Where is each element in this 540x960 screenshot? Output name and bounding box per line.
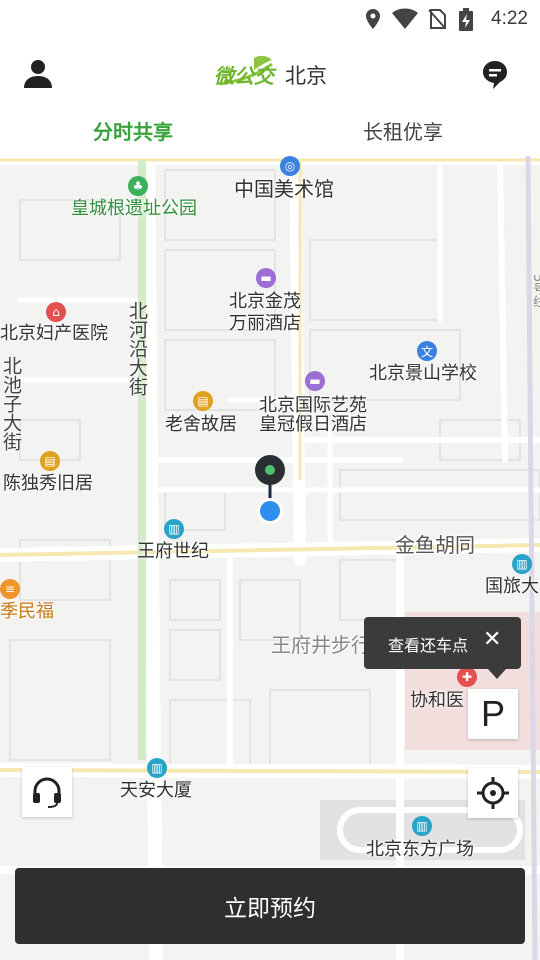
map-label-poi: 国旅大 (485, 576, 539, 597)
map-label-poi: 北京东方广场 (366, 839, 474, 860)
map-label-poi: 陈独秀旧居 (3, 473, 93, 494)
city-selector[interactable]: 北京 (285, 60, 327, 90)
message-icon[interactable] (482, 60, 508, 90)
app-logo: 微公交 (212, 54, 276, 90)
museum-icon: ◎ (280, 156, 300, 176)
headset-icon (33, 777, 61, 808)
map-label-road: 金鱼胡同 (395, 533, 475, 557)
park-icon: ♣ (128, 176, 148, 196)
parking-label: P (480, 693, 505, 734)
map-label-poi: 天安大厦 (120, 780, 192, 801)
school-icon: 文 (417, 341, 437, 361)
tab-long-rent[interactable]: 长租优享 (363, 116, 443, 145)
clock: 4:22 (491, 8, 528, 29)
map-label-subway: 5号线 (530, 274, 540, 309)
return-point-tooltip[interactable]: 查看还车点 ✕ (364, 617, 521, 679)
book-now-button[interactable]: 立即预约 (15, 868, 525, 944)
customer-service-button[interactable] (22, 767, 72, 817)
map-label-poi: 王府世纪 (137, 541, 209, 562)
current-location-marker (255, 455, 285, 524)
building-icon: ▥ (164, 519, 184, 539)
map-view[interactable]: ◎ ♣ ▬ ⌂ 文 ▬ ▤ ▤ ▥ ▥ ≡ ✚ ▥ ▥ 中国美术馆 皇城根遗址公… (0, 156, 540, 960)
building-icon: ▥ (412, 816, 432, 836)
close-icon[interactable]: ✕ (483, 629, 501, 651)
wifi-icon (392, 8, 418, 29)
landmark-icon: ▤ (193, 391, 213, 411)
building-icon: ▥ (512, 554, 532, 574)
logo-text: 微公交 (214, 64, 274, 88)
locate-button[interactable] (468, 768, 518, 818)
map-label-poi: 万丽酒店 (229, 313, 301, 334)
map-label-poi: 北京景山学校 (369, 363, 477, 384)
restaurant-icon: ≡ (0, 579, 20, 599)
hospital-icon: ⌂ (46, 302, 66, 322)
parking-button[interactable]: P (468, 689, 518, 739)
map-label-poi: 北京金茂 (229, 291, 301, 312)
tooltip-text: 查看还车点 (388, 636, 469, 655)
crosshair-icon (477, 777, 509, 809)
map-label-poi: 协和医 (410, 690, 464, 711)
map-label-road: 北池子大街 (0, 356, 22, 451)
map-label-road: 北河沿大街 (126, 301, 148, 396)
map-label-poi: 季民福 (0, 601, 54, 622)
map-label-poi: 北京妇产医院 (0, 323, 108, 344)
user-profile-icon[interactable] (22, 58, 54, 90)
map-label-road: 王府井步行 (271, 633, 371, 657)
top-bar: 微公交 北京 (0, 40, 540, 110)
map-label-poi: 老舍故居 (165, 414, 237, 435)
map-label-poi: 皇城根遗址公园 (71, 198, 197, 219)
hospital-icon: ✚ (457, 667, 477, 687)
landmark-icon: ▤ (40, 451, 60, 471)
no-sim-icon (428, 9, 446, 29)
tab-time-share[interactable]: 分时共享 (93, 116, 173, 145)
hotel-icon: ▬ (305, 371, 325, 391)
location-icon (366, 9, 380, 29)
mode-tabs: 分时共享 长租优享 (0, 110, 540, 156)
map-label-poi: 中国美术馆 (234, 177, 334, 201)
map-label-poi: 皇冠假日酒店 (259, 414, 367, 435)
hotel-icon: ▬ (256, 268, 276, 288)
building-icon: ▥ (147, 758, 167, 778)
battery-icon (459, 8, 473, 31)
status-bar: 4:22 (0, 0, 540, 40)
